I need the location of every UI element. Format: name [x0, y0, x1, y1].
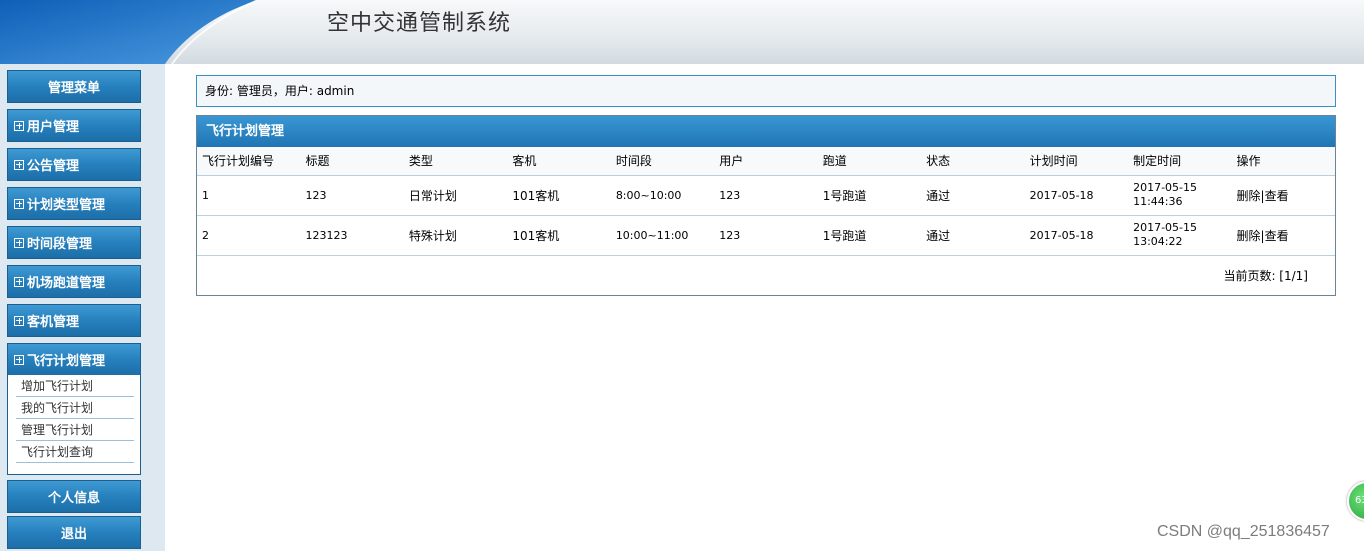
header: 空中交通管制系统 [0, 0, 1364, 64]
menu-title: 管理菜单 [7, 70, 141, 103]
logout-button[interactable]: 退出 [7, 516, 141, 549]
sidebar-item-plan-type-management[interactable]: 计划类型管理 [7, 187, 141, 220]
flight-plan-panel: 飞行计划管理 飞行计划编号 标题 类型 客机 时间段 用户 跑道 状态 计划时间… [196, 115, 1336, 296]
sidebar-item-label: 时间段管理 [27, 237, 93, 252]
cell-id: 2 [197, 215, 301, 256]
expand-plus-icon [14, 198, 24, 209]
cell-runway: 1号跑道 [817, 175, 922, 216]
sidebar-item-user-management[interactable]: 用户管理 [7, 109, 141, 142]
pagination-text: 当前页数: [1/1] [1223, 268, 1308, 283]
col-header-plan-date: 计划时间 [1024, 147, 1129, 176]
cell-type: 特殊计划 [403, 215, 508, 256]
identity-bar: 身份: 管理员，用户: admin [196, 75, 1336, 107]
csdn-watermark: CSDN @qq_251836457 [1157, 523, 1330, 540]
cell-status: 通过 [921, 175, 1025, 216]
table-header-row: 飞行计划编号 标题 类型 客机 时间段 用户 跑道 状态 计划时间 制定时间 操… [197, 147, 1335, 176]
sidebar-item-label: 飞行计划管理 [27, 354, 106, 369]
submenu-flight-plan-query[interactable]: 飞行计划查询 [16, 441, 134, 463]
cell-actions: 删除|查看 [1231, 175, 1335, 216]
created-date: 2017-05-15 [1133, 181, 1198, 194]
expand-plus-icon [14, 159, 24, 170]
flight-plan-submenu: 增加飞行计划 我的飞行计划 管理飞行计划 飞行计划查询 [7, 375, 141, 475]
personal-info-button[interactable]: 个人信息 [7, 480, 141, 513]
cell-user: 123 [714, 175, 818, 216]
expand-plus-icon [14, 276, 24, 287]
sidebar-item-time-slot-management[interactable]: 时间段管理 [7, 226, 141, 259]
submenu-my-flight-plans[interactable]: 我的飞行计划 [16, 397, 134, 419]
cell-runway: 1号跑道 [817, 215, 922, 256]
col-header-runway: 跑道 [817, 147, 922, 176]
expand-plus-icon [14, 120, 24, 131]
expand-plus-icon [14, 354, 24, 365]
cell-period: 10:00~11:00 [610, 215, 715, 256]
menu-title-label: 管理菜单 [47, 81, 100, 96]
cell-title: 123 [300, 175, 404, 216]
created-time: 11:44:36 [1133, 195, 1183, 208]
cell-plane: 101客机 [507, 215, 611, 256]
col-header-title: 标题 [300, 147, 404, 176]
table-row: 1 123 日常计划 101客机 8:00~10:00 123 1号跑道 通过 … [197, 175, 1335, 216]
panel-title: 飞行计划管理 [197, 116, 1335, 147]
logout-label: 退出 [60, 527, 87, 542]
submenu-add-flight-plan[interactable]: 增加飞行计划 [16, 375, 134, 397]
table-row: 2 123123 特殊计划 101客机 10:00~11:00 123 1号跑道… [197, 215, 1335, 256]
cell-actions: 删除|查看 [1231, 215, 1335, 256]
cell-created: 2017-05-15 13:04:22 [1128, 215, 1232, 256]
col-header-actions: 操作 [1231, 147, 1335, 176]
cell-plan-date: 2017-05-18 [1024, 215, 1129, 256]
cell-created: 2017-05-15 11:44:36 [1128, 175, 1232, 216]
col-header-period: 时间段 [610, 147, 715, 176]
sidebar-item-label: 用户管理 [27, 120, 80, 135]
cell-status: 通过 [921, 215, 1025, 256]
sidebar-item-label: 客机管理 [27, 315, 80, 330]
cell-period: 8:00~10:00 [610, 175, 715, 216]
sidebar-item-flight-plan-management[interactable]: 飞行计划管理 [7, 343, 141, 376]
sidebar-item-aircraft-management[interactable]: 客机管理 [7, 304, 141, 337]
expand-plus-icon [14, 237, 24, 248]
col-header-id: 飞行计划编号 [197, 147, 301, 176]
delete-link[interactable]: 删除 [1237, 189, 1261, 203]
delete-link[interactable]: 删除 [1237, 229, 1261, 243]
cell-plan-date: 2017-05-18 [1024, 175, 1129, 216]
expand-plus-icon [14, 315, 24, 326]
sidebar-item-label: 机场跑道管理 [27, 276, 106, 291]
created-time: 13:04:22 [1133, 235, 1183, 248]
cell-plane: 101客机 [507, 175, 611, 216]
sidebar: 管理菜单 用户管理 公告管理 计划类型管理 时间段管理 机场跑道管理 客机管理 … [0, 64, 165, 551]
cell-id: 1 [197, 175, 301, 216]
col-header-created-date: 制定时间 [1128, 147, 1232, 176]
sidebar-item-label: 公告管理 [27, 159, 80, 174]
header-blue-wave [0, 0, 259, 64]
sidebar-item-announcement-management[interactable]: 公告管理 [7, 148, 141, 181]
col-header-type: 类型 [403, 147, 508, 176]
main-content: 身份: 管理员，用户: admin 飞行计划管理 飞行计划编号 标题 类型 客机… [165, 64, 1364, 551]
personal-info-label: 个人信息 [47, 491, 100, 506]
flight-plan-table: 飞行计划编号 标题 类型 客机 时间段 用户 跑道 状态 计划时间 制定时间 操… [197, 147, 1335, 256]
page-title: 空中交通管制系统 [327, 11, 512, 36]
sidebar-item-runway-management[interactable]: 机场跑道管理 [7, 265, 141, 298]
col-header-status: 状态 [921, 147, 1025, 176]
cell-title: 123123 [300, 215, 404, 256]
submenu-manage-flight-plans[interactable]: 管理飞行计划 [16, 419, 134, 441]
cell-user: 123 [714, 215, 818, 256]
col-header-plane: 客机 [507, 147, 611, 176]
view-link[interactable]: 查看 [1265, 229, 1289, 243]
identity-text: 身份: 管理员，用户: admin [205, 84, 355, 98]
view-link[interactable]: 查看 [1265, 189, 1289, 203]
col-header-user: 用户 [714, 147, 818, 176]
sidebar-item-label: 计划类型管理 [27, 198, 106, 213]
created-date: 2017-05-15 [1133, 221, 1198, 234]
cell-type: 日常计划 [403, 175, 508, 216]
